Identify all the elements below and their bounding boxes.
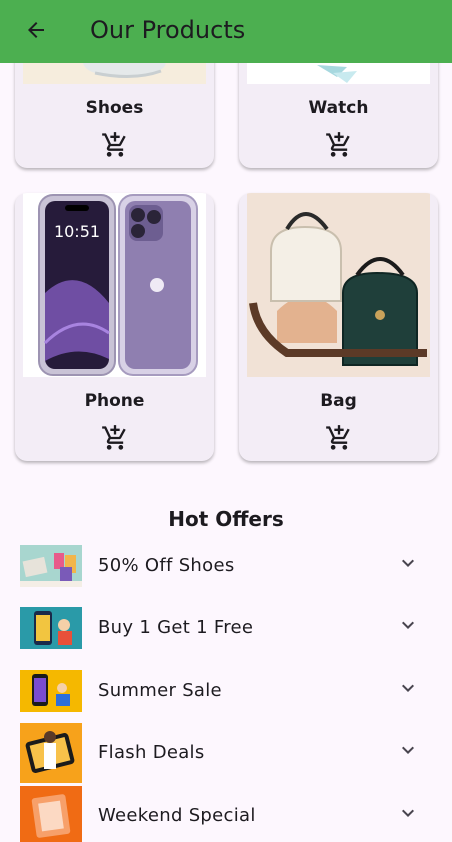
add-shopping-cart-icon (326, 132, 350, 157)
scroll-content[interactable]: Shoes Watch 10:51 Phone Bag Hot Offers 5… (0, 63, 452, 842)
expand-button[interactable] (396, 801, 420, 825)
add-shopping-cart-icon (102, 132, 126, 157)
offer-item[interactable]: Summer Sale (0, 661, 452, 721)
add-to-cart-button[interactable] (99, 422, 131, 454)
svg-text:10:51: 10:51 (54, 222, 100, 241)
offer-label: Buy 1 Get 1 Free (98, 617, 254, 638)
hot-offers-title: Hot Offers (168, 507, 284, 531)
offer-thumbnail (20, 786, 82, 842)
watch-image (247, 63, 430, 84)
bag-image (247, 193, 430, 377)
product-card-bag: Bag (239, 193, 438, 461)
expand-button[interactable] (396, 613, 420, 637)
app-bar: Our Products (0, 0, 452, 63)
expand-more-icon (402, 746, 414, 754)
arrow-back-icon (28, 22, 44, 38)
expand-button[interactable] (396, 551, 420, 575)
product-name: Bag (320, 391, 357, 411)
offer-label: Weekend Special (98, 805, 256, 826)
offer-label: Flash Deals (98, 742, 205, 763)
offer-label: 50% Off Shoes (98, 555, 235, 576)
offer-item[interactable]: Flash Deals (0, 723, 452, 783)
offer-label: Summer Sale (98, 680, 222, 701)
offer-thumbnail (20, 723, 82, 783)
offer-thumbnail (20, 545, 82, 587)
add-to-cart-button[interactable] (323, 422, 355, 454)
phone-image: 10:51 (23, 193, 206, 377)
add-shopping-cart-icon (326, 425, 350, 450)
expand-button[interactable] (396, 738, 420, 762)
offer-thumbnail (20, 607, 82, 649)
offer-thumbnail (20, 670, 82, 712)
offer-item[interactable]: Weekend Special (0, 786, 452, 842)
add-shopping-cart-icon (102, 425, 126, 450)
page-title: Our Products (90, 16, 246, 44)
offer-item[interactable]: Buy 1 Get 1 Free (0, 598, 452, 658)
offer-item[interactable]: 50% Off Shoes (0, 536, 452, 596)
back-button[interactable] (16, 10, 56, 50)
expand-button[interactable] (396, 676, 420, 700)
product-card-shoes: Shoes (15, 63, 214, 168)
add-to-cart-button[interactable] (99, 129, 131, 161)
product-name: Phone (84, 391, 145, 411)
expand-more-icon (402, 809, 414, 817)
expand-more-icon (402, 621, 414, 629)
product-card-phone: 10:51 Phone (15, 193, 214, 461)
product-card-watch: Watch (239, 63, 438, 168)
expand-more-icon (402, 559, 414, 567)
shoes-image (23, 63, 206, 84)
product-name: Shoes (85, 98, 144, 118)
expand-more-icon (402, 684, 414, 692)
product-name: Watch (308, 98, 369, 118)
add-to-cart-button[interactable] (323, 129, 355, 161)
